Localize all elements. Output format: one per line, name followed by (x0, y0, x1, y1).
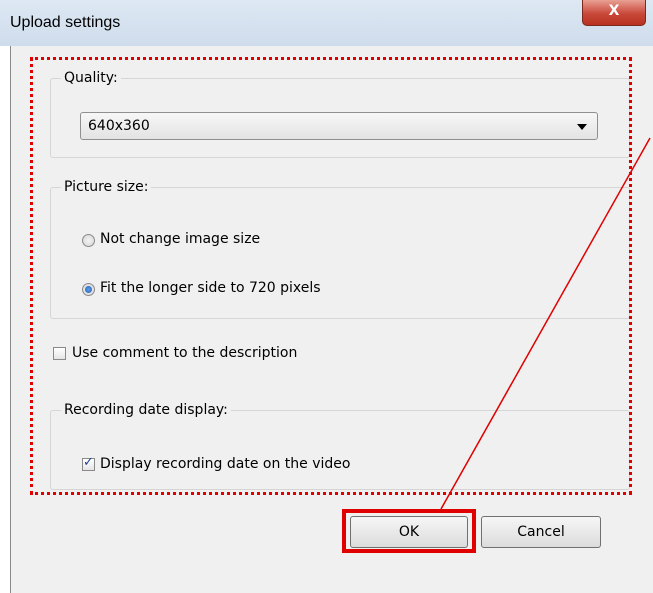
annotation-pointer-line (440, 137, 651, 510)
